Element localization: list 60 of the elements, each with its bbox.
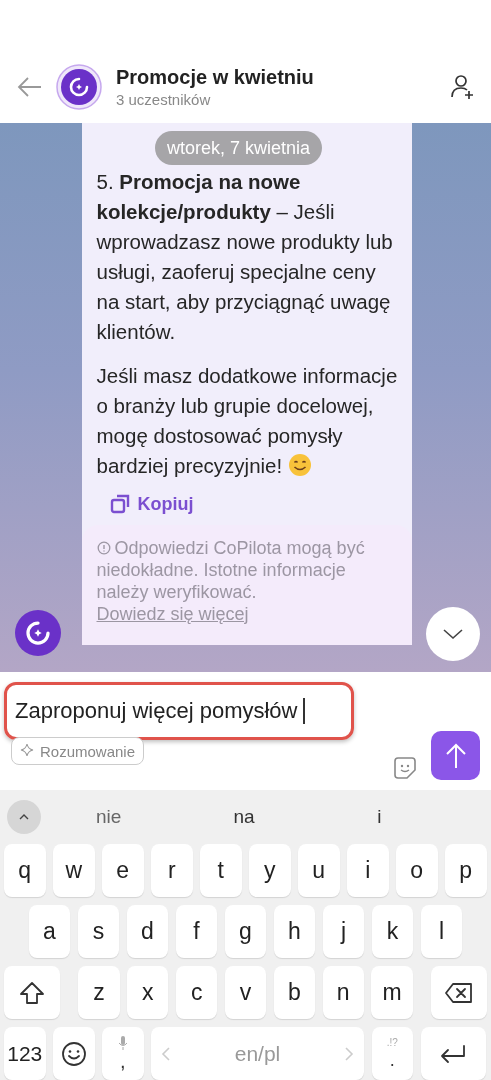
- word-suggestion[interactable]: na: [176, 806, 312, 828]
- keyboard-key[interactable]: r: [151, 844, 193, 897]
- backspace-icon: [444, 980, 475, 1005]
- send-button[interactable]: [431, 731, 480, 780]
- info-icon: [96, 541, 111, 555]
- word-suggestion[interactable]: nie: [41, 806, 177, 828]
- keyboard-key[interactable]: m: [371, 966, 413, 1019]
- keyboard-key[interactable]: y: [249, 844, 291, 897]
- reasoning-chip[interactable]: Rozumowanie: [11, 737, 145, 765]
- shift-key[interactable]: [4, 966, 60, 1019]
- emoji-icon: [288, 453, 313, 477]
- keyboard-key[interactable]: z: [78, 966, 120, 1019]
- backspace-key[interactable]: [431, 966, 487, 1019]
- keyboard-key[interactable]: g: [224, 905, 267, 958]
- keyboard-key[interactable]: l: [420, 905, 463, 958]
- message-text: 5. Promocja na nowe kolekcje/produkty – Jeśli wprowadzasz nowe produkty lub usługi, zaoferuj specjalne ceny na start, aby przyciągnąć uwagę klientów.: [95, 169, 394, 345]
- chat-title: Promocje w kwietniu: [116, 65, 315, 89]
- sparkle-icon: [20, 743, 36, 759]
- group-avatar-icon: [56, 63, 102, 110]
- keyboard-key[interactable]: k: [371, 905, 414, 958]
- keyboard-key[interactable]: b: [273, 966, 315, 1019]
- sticker-button[interactable]: [393, 756, 417, 780]
- symbols-key[interactable]: 123: [4, 1027, 46, 1080]
- disclaimer-text: Odpowiedzi CoPilota mogą być niedokładne. Istotne informacje należy weryfikować. Dowiedz się więcej: [96, 537, 366, 625]
- chevron-right-icon: [344, 1045, 354, 1062]
- copy-icon: [109, 493, 132, 515]
- keyboard-key[interactable]: s: [77, 905, 120, 958]
- emoji-key[interactable]: [53, 1027, 95, 1080]
- microphone-icon: [117, 1035, 128, 1050]
- keyboard-key[interactable]: w: [53, 844, 95, 897]
- period-key[interactable]: .!? .: [371, 1027, 413, 1080]
- bot-avatar: [15, 610, 61, 656]
- smiley-icon: [59, 1039, 88, 1068]
- keyboard-key[interactable]: f: [175, 905, 218, 958]
- chevron-left-icon: [161, 1045, 171, 1062]
- keyboard-key[interactable]: p: [445, 844, 487, 897]
- keyboard-key[interactable]: q: [4, 844, 46, 897]
- message-text: Jeśli masz dodatkowe informacje o branży lub grupie docelowej, mogę dostosować pomysły bardziej precyzyjnie!: [95, 363, 399, 479]
- participants-count: 3 uczestników: [116, 90, 212, 108]
- keyboard-key[interactable]: n: [322, 966, 364, 1019]
- date-separator: wtorek, 7 kwietnia: [155, 131, 323, 165]
- keyboard-key[interactable]: i: [347, 844, 389, 897]
- keyboard-key[interactable]: t: [200, 844, 242, 897]
- keyboard-key[interactable]: j: [322, 905, 365, 958]
- keyboard-key[interactable]: c: [176, 966, 218, 1019]
- keyboard-key[interactable]: h: [273, 905, 316, 958]
- chevron-up-icon: [18, 813, 30, 821]
- keyboard-key[interactable]: a: [28, 905, 71, 958]
- keyboard-key[interactable]: e: [102, 844, 144, 897]
- comma-key[interactable]: ,: [102, 1027, 144, 1080]
- keyboard-key[interactable]: o: [396, 844, 438, 897]
- keyboard-key[interactable]: d: [126, 905, 169, 958]
- keyboard-key[interactable]: x: [127, 966, 169, 1019]
- word-suggestion[interactable]: i: [311, 806, 447, 828]
- keyboard-key[interactable]: u: [298, 844, 340, 897]
- back-button[interactable]: [16, 74, 44, 99]
- copy-button[interactable]: Kopiuj: [109, 489, 194, 519]
- keyboard-key[interactable]: v: [224, 966, 267, 1019]
- enter-key[interactable]: [420, 1027, 486, 1080]
- chevron-down-icon: [442, 627, 464, 641]
